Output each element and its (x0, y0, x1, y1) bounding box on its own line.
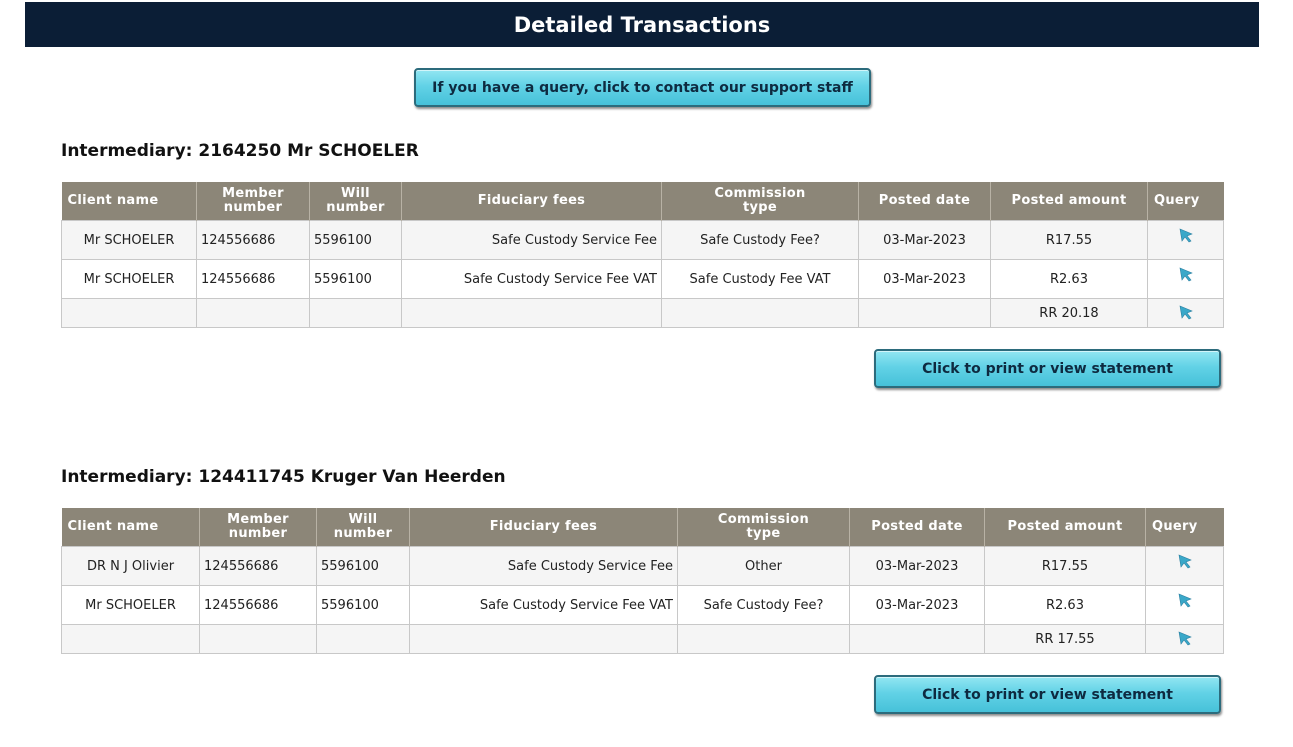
intermediary-title: Intermediary: 2164250 Mr SCHOELER (61, 141, 419, 161)
posted-amount-cell: R2.63 (990, 259, 1148, 299)
query-cell (1145, 624, 1224, 654)
fiduciary-fee-cell: Safe Custody Service Fee (409, 546, 678, 586)
total-amount-cell: RR 17.55 (984, 624, 1146, 654)
table-row: Mr SCHOELER 124556686 5596100 Safe Custo… (61, 585, 1224, 625)
will-number-cell: 5596100 (309, 259, 402, 299)
commission-type-cell: Safe Custody Fee? (677, 585, 850, 625)
client-name-cell: Mr SCHOELER (61, 259, 197, 299)
will-number-cell: 5596100 (309, 220, 402, 260)
fiduciary-fee-cell: Safe Custody Service Fee (401, 220, 662, 260)
column-header-will-number: Will number (316, 508, 410, 547)
contact-support-button[interactable]: If you have a query, click to contact ou… (414, 68, 871, 107)
posted-date-cell: 03-Mar-2023 (858, 259, 991, 299)
column-header-query: Query (1147, 182, 1224, 221)
cursor-arrow-icon[interactable] (1177, 554, 1193, 570)
table-row: DR N J Olivier 124556686 5596100 Safe Cu… (61, 546, 1224, 586)
cursor-arrow-icon[interactable] (1178, 228, 1194, 244)
will-number-cell: 5596100 (316, 546, 410, 586)
cursor-arrow-icon[interactable] (1178, 267, 1194, 283)
page-title: Detailed Transactions (25, 2, 1259, 47)
print-statement-button[interactable]: Click to print or view statement (874, 349, 1221, 388)
transactions-table: Client name Member number Will number Fidu… (61, 182, 1224, 328)
column-header-will-number: Will number (309, 182, 402, 221)
posted-amount-cell: R17.55 (984, 546, 1146, 586)
column-header-client-name: Client name (61, 508, 200, 547)
column-header-fiduciary-fees: Fiduciary fees (401, 182, 662, 221)
transactions-table: Client name Member number Will number Fidu… (61, 508, 1224, 654)
column-header-query: Query (1145, 508, 1224, 547)
member-number-cell: 124556686 (196, 259, 310, 299)
posted-amount-cell: R2.63 (984, 585, 1146, 625)
intermediary-title: Intermediary: 124411745 Kruger Van Heerd… (61, 467, 506, 487)
table-header-row: Client name Member number Will number Fidu… (61, 508, 1224, 547)
posted-amount-cell: R17.55 (990, 220, 1148, 260)
table-row: Mr SCHOELER 124556686 5596100 Safe Custo… (61, 220, 1224, 260)
client-name-cell: Mr SCHOELER (61, 220, 197, 260)
total-amount-cell: RR 20.18 (990, 298, 1148, 328)
will-number-cell: 5596100 (316, 585, 410, 625)
client-name-cell: DR N J Olivier (61, 546, 200, 586)
member-number-cell: 124556686 (196, 220, 310, 260)
column-header-member-number: Member number (196, 182, 310, 221)
commission-type-cell: Safe Custody Fee? (661, 220, 859, 260)
table-row: Mr SCHOELER 124556686 5596100 Safe Custo… (61, 259, 1224, 299)
column-header-posted-date: Posted date (849, 508, 985, 547)
cursor-arrow-icon[interactable] (1177, 631, 1193, 647)
fiduciary-fee-cell: Safe Custody Service Fee VAT (401, 259, 662, 299)
total-row: RR 17.55 (61, 624, 1224, 654)
column-header-posted-amount: Posted amount (984, 508, 1146, 547)
query-cell (1147, 298, 1224, 328)
fiduciary-fee-cell: Safe Custody Service Fee VAT (409, 585, 678, 625)
column-header-client-name: Client name (61, 182, 197, 221)
column-header-member-number: Member number (199, 508, 317, 547)
total-row: RR 20.18 (61, 298, 1224, 328)
query-cell (1147, 220, 1224, 260)
print-statement-button[interactable]: Click to print or view statement (874, 675, 1221, 714)
column-header-fiduciary-fees: Fiduciary fees (409, 508, 678, 547)
query-cell (1145, 585, 1224, 625)
table-header-row: Client name Member number Will number Fidu… (61, 182, 1224, 221)
cursor-arrow-icon[interactable] (1177, 593, 1193, 609)
posted-date-cell: 03-Mar-2023 (849, 585, 985, 625)
column-header-posted-date: Posted date (858, 182, 991, 221)
column-header-commission-type: Commission type (677, 508, 850, 547)
posted-date-cell: 03-Mar-2023 (849, 546, 985, 586)
column-header-commission-type: Commission type (661, 182, 859, 221)
query-cell (1147, 259, 1224, 299)
member-number-cell: 124556686 (199, 585, 317, 625)
client-name-cell: Mr SCHOELER (61, 585, 200, 625)
commission-type-cell: Safe Custody Fee VAT (661, 259, 859, 299)
query-cell (1145, 546, 1224, 586)
column-header-posted-amount: Posted amount (990, 182, 1148, 221)
posted-date-cell: 03-Mar-2023 (858, 220, 991, 260)
member-number-cell: 124556686 (199, 546, 317, 586)
commission-type-cell: Other (677, 546, 850, 586)
cursor-arrow-icon[interactable] (1178, 305, 1194, 321)
